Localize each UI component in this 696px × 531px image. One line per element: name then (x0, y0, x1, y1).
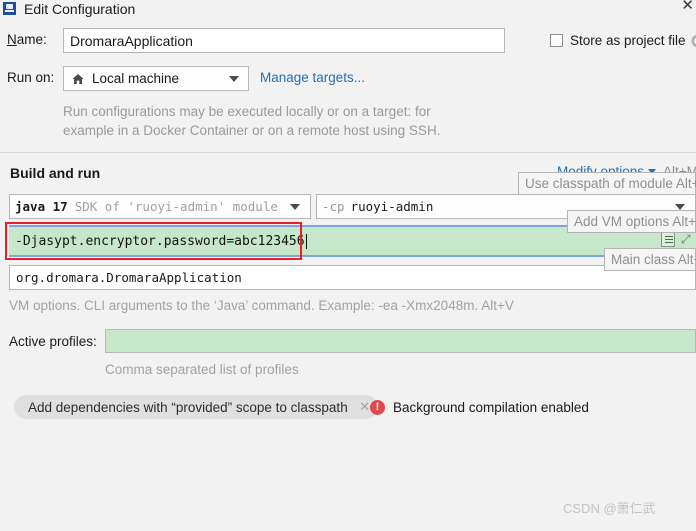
provided-scope-chip[interactable]: Add dependencies with “provided” scope t… (14, 395, 378, 419)
section-divider (0, 152, 696, 153)
expand-icon[interactable]: ⤢ (681, 233, 694, 246)
text-caret (305, 233, 307, 249)
sdk-description: SDK of 'ruoyi-admin' module (74, 199, 278, 214)
background-compilation-warning: ! Background compilation enabled (370, 395, 589, 419)
watermark: CSDN @萧仁武 (563, 501, 656, 516)
run-on-target-combo[interactable]: Local machine (63, 66, 249, 91)
classpath-flag: -cp (322, 199, 345, 214)
idea-run-config-icon (3, 2, 16, 15)
error-icon: ! (370, 399, 385, 415)
active-profiles-hint: Comma separated list of profiles (105, 362, 299, 377)
vm-options-hint: VM options. CLI arguments to the ‘Java’ … (9, 298, 514, 313)
tooltip-add-vm-options: Add VM options Alt+ (567, 210, 696, 233)
store-as-project-file-label: Store as project file (570, 33, 686, 48)
dialog-title: Edit Configuration (24, 0, 136, 17)
vm-options-field-icons: ⤢ (661, 232, 694, 247)
run-on-target-value: Local machine (92, 71, 180, 86)
list-icon[interactable] (661, 232, 675, 247)
background-compilation-warning-text: Background compilation enabled (393, 399, 589, 415)
tooltip-use-classpath-of-module: Use classpath of module Alt+O (518, 172, 696, 195)
run-on-label: Run on: (7, 70, 55, 85)
active-profiles-input[interactable] (105, 329, 696, 353)
classpath-module-value: ruoyi-admin (350, 199, 434, 214)
name-input[interactable]: DromaraApplication (63, 28, 505, 53)
build-and-run-heading: Build and run (10, 165, 101, 181)
tooltip-main-class: Main class Alt+ (604, 248, 696, 271)
gear-icon[interactable] (691, 34, 696, 48)
provided-scope-chip-label: Add dependencies with “provided” scope t… (28, 399, 348, 415)
main-class-input[interactable]: org.dromara.DromaraApplication (9, 265, 696, 290)
active-profiles-label: Active profiles: (9, 334, 97, 349)
home-icon (71, 72, 85, 86)
run-on-description: Run configurations may be executed local… (63, 104, 441, 138)
vm-options-value: -Djasypt.encryptor.password=abc123456 (15, 233, 305, 249)
chevron-down-icon (290, 203, 300, 210)
jre-sdk-combo[interactable]: java 17 SDK of 'ruoyi-admin' module (9, 194, 311, 219)
name-label: Name: (7, 32, 47, 47)
chevron-down-icon (675, 203, 685, 210)
store-as-project-file-row[interactable]: Store as project file (550, 28, 696, 53)
sdk-version: java 17 (15, 199, 68, 214)
close-icon[interactable]: ✕ (681, 0, 694, 14)
dialog-title-bar: Edit Configuration ✕ (0, 0, 696, 17)
chevron-down-icon (229, 75, 239, 82)
manage-targets-link[interactable]: Manage targets... (260, 70, 365, 85)
store-as-project-file-checkbox[interactable] (550, 34, 563, 47)
